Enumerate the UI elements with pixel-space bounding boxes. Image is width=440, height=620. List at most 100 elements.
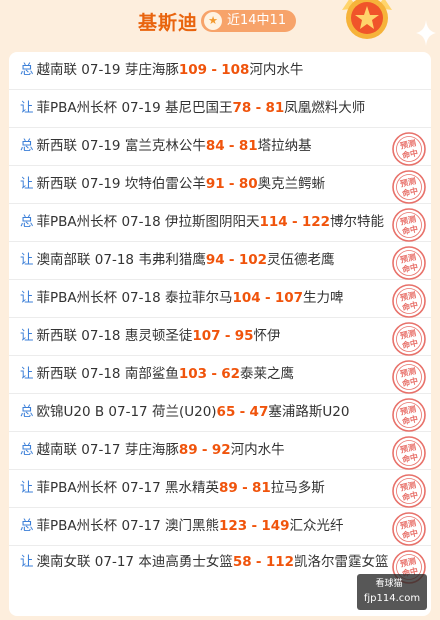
record-line: 总新西联 07-19 富兰克林公牛84 - 81塔拉纳基 — [20, 137, 420, 156]
away-score: 80 — [238, 176, 258, 192]
home-team: 澳门黑熊 — [164, 518, 219, 534]
score-separator: - — [291, 214, 298, 230]
away-team: 凯洛尔雷霆女篮 — [294, 554, 389, 570]
watermark: 看球猫 fjp114.com — [357, 574, 427, 610]
hit-stamp: 预测命中 — [392, 170, 426, 204]
star-icon: ★ — [204, 12, 222, 30]
bet-type-tag: 总 — [20, 518, 34, 534]
home-team: 伊拉斯图阴阳天 — [164, 214, 260, 230]
home-team: 本迪高勇士女篮 — [138, 554, 233, 570]
match-date: 07-19 — [81, 138, 121, 154]
match-date: 07-18 — [81, 366, 121, 382]
away-team: 塞浦路斯U20 — [268, 404, 350, 420]
score-separator: - — [255, 100, 262, 116]
home-team: 韦弗利猎鹰 — [138, 252, 206, 268]
hit-rate-text: 近14中11 — [227, 13, 287, 28]
league-name: 越南联 — [36, 442, 78, 458]
home-score: 123 — [218, 518, 248, 534]
away-score: 149 — [261, 518, 290, 534]
home-score: 91 — [205, 176, 225, 192]
away-team: 灵伍德老鹰 — [267, 252, 335, 268]
bet-type-tag: 让 — [20, 100, 34, 116]
hit-stamp: 预测命中 — [392, 398, 426, 432]
record-row[interactable]: 让澳南部联 07-18 韦弗利猎鹰94 - 102灵伍德老鹰 预测 命中 — [9, 242, 431, 280]
match-date: 07-17 — [108, 404, 148, 420]
away-score: 95 — [234, 328, 254, 344]
record-row[interactable]: 总欧锦U20 B 07-17 荷兰(U20)65 - 47塞浦路斯U20 预测 命中 — [9, 394, 431, 432]
hit-stamp: 预测命中 — [392, 284, 426, 318]
match-date: 07-19 — [81, 176, 121, 192]
record-row[interactable]: 总新西联 07-19 富兰克林公牛84 - 81塔拉纳基 预测 命中 — [9, 128, 431, 166]
hit-stamp: 预测命中 — [392, 322, 426, 356]
record-row[interactable]: 让菲PBA州长杯 07-18 泰拉菲尔马104 - 107生力啤 预测 命中 — [9, 280, 431, 318]
away-team: 博尔特能 — [330, 214, 385, 230]
record-line: 让新西联 07-18 惠灵顿圣徒107 - 95怀伊 — [20, 327, 420, 346]
record-row[interactable]: 总菲PBA州长杯 07-17 澳门黑熊123 - 149汇众光纤 预测 命中 — [9, 508, 431, 546]
away-score: 108 — [221, 62, 250, 78]
bet-type-tag: 让 — [20, 252, 34, 268]
score-separator: - — [201, 442, 208, 458]
match-date: 07-19 — [81, 62, 121, 78]
score-separator: - — [228, 138, 235, 154]
away-team: 凤凰燃料大师 — [284, 100, 366, 116]
match-date: 07-18 — [81, 328, 121, 344]
hit-stamp: 预测命中 — [392, 132, 426, 166]
record-row[interactable]: 总越南联 07-17 芽庄海豚89 - 92河内水牛 预测 命中 — [9, 432, 431, 470]
bet-type-tag: 总 — [20, 62, 34, 78]
record-line: 让澳南部联 07-18 韦弗利猎鹰94 - 102灵伍德老鹰 — [20, 251, 420, 270]
away-score: 102 — [238, 252, 268, 268]
away-score: 112 — [265, 554, 295, 570]
home-score: 114 — [259, 214, 288, 230]
away-team: 生力啤 — [303, 290, 344, 306]
score-separator: - — [224, 328, 231, 344]
away-score: 47 — [249, 404, 269, 420]
home-score: 94 — [205, 252, 225, 268]
away-team: 怀伊 — [253, 328, 281, 344]
record-row[interactable]: 让菲PBA州长杯 07-17 黑水精英89 - 81拉马多斯 预测 命中 — [9, 470, 431, 508]
league-name: 欧锦U20 B — [36, 404, 105, 420]
away-team: 汇众光纤 — [289, 518, 344, 534]
home-team: 坎特伯雷公羊 — [124, 176, 206, 192]
record-line: 总越南联 07-19 芽庄海豚109 - 108河内水牛 — [20, 61, 420, 80]
match-date: 07-17 — [81, 442, 121, 458]
bet-type-tag: 总 — [20, 214, 34, 230]
bet-type-tag: 让 — [20, 328, 34, 344]
away-team: 奥克兰鳄蜥 — [257, 176, 326, 192]
record-line: 让新西联 07-18 南部鲨鱼103 - 62泰莱之鹰 — [20, 365, 420, 384]
score-separator: - — [211, 366, 217, 382]
home-score: 109 — [178, 62, 208, 78]
header: 基斯迪 ★ 近14中11 — [0, 0, 440, 46]
record-line: 让菲PBA州长杯 07-19 基尼巴国王78 - 81凤凰燃料大师 — [20, 99, 420, 118]
away-score: 81 — [251, 480, 271, 496]
record-row[interactable]: 总越南联 07-19 芽庄海豚109 - 108河内水牛 — [9, 52, 431, 90]
record-row[interactable]: 总菲PBA州长杯 07-18 伊拉斯图阴阳天114 - 122博尔特能 预测 命中 — [9, 204, 431, 242]
home-score: 78 — [232, 100, 252, 116]
home-score: 65 — [216, 404, 236, 420]
home-team: 荷兰(U20) — [151, 404, 217, 420]
prediction-list: 总越南联 07-19 芽庄海豚109 - 108河内水牛让菲PBA州长杯 07-… — [9, 52, 431, 616]
home-team: 芽庄海豚 — [124, 442, 179, 458]
bet-type-tag: 总 — [20, 138, 34, 154]
medal-icon — [342, 0, 392, 39]
record-row[interactable]: 让新西联 07-19 坎特伯雷公羊91 - 80奥克兰鳄蜥 预测 命中 — [9, 166, 431, 204]
home-team: 芽庄海豚 — [124, 62, 179, 78]
record-row[interactable]: 让新西联 07-18 南部鲨鱼103 - 62泰莱之鹰 预测 命中 — [9, 356, 431, 394]
record-row[interactable]: 让菲PBA州长杯 07-19 基尼巴国王78 - 81凤凰燃料大师 — [9, 90, 431, 128]
score-separator: - — [239, 404, 246, 420]
score-separator: - — [211, 62, 217, 78]
hit-stamp: 预测命中 — [392, 512, 426, 546]
record-line: 总越南联 07-17 芽庄海豚89 - 92河内水牛 — [20, 441, 420, 460]
home-team: 泰拉菲尔马 — [164, 290, 233, 306]
record-line: 总菲PBA州长杯 07-18 伊拉斯图阴阳天114 - 122博尔特能 — [20, 213, 420, 232]
away-team: 拉马多斯 — [270, 480, 325, 496]
league-name: 越南联 — [36, 62, 78, 78]
home-team: 富兰克林公牛 — [124, 138, 206, 154]
score-separator: - — [228, 252, 235, 268]
score-separator: - — [251, 518, 258, 534]
score-separator: - — [228, 176, 235, 192]
league-name: 澳南女联 — [36, 554, 91, 570]
bet-type-tag: 让 — [20, 480, 34, 496]
home-score: 104 — [232, 290, 261, 306]
league-name: 菲PBA州长杯 — [36, 214, 118, 230]
record-row[interactable]: 让新西联 07-18 惠灵顿圣徒107 - 95怀伊 预测 命中 — [9, 318, 431, 356]
